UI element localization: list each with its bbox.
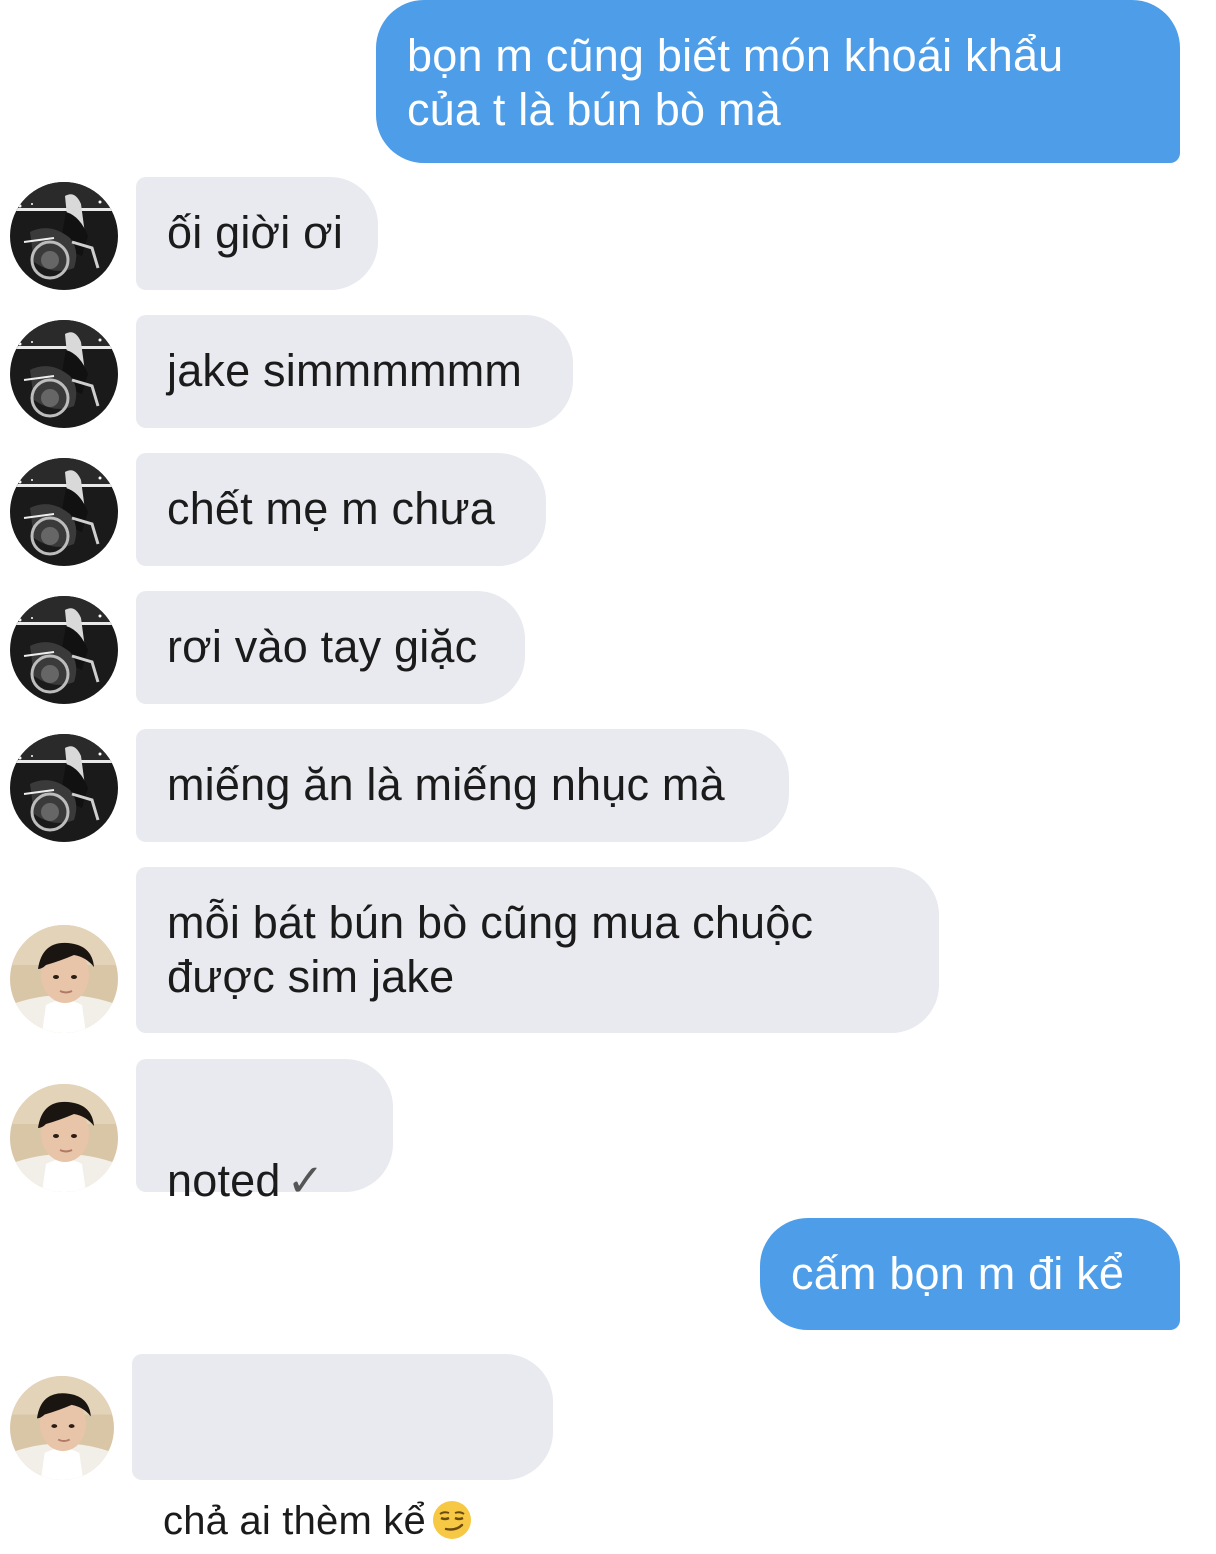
- contact-avatar[interactable]: [10, 734, 118, 842]
- message-text: noted: [167, 1155, 281, 1206]
- message-bubble-outgoing[interactable]: bọn m cũng biết món khoái khẩu của t là …: [376, 0, 1180, 163]
- message-bubble-incoming[interactable]: chết mẹ m chưa: [136, 453, 546, 566]
- checkmark-icon: ✓: [286, 1155, 325, 1206]
- contact-avatar[interactable]: [10, 596, 118, 704]
- contact-avatar[interactable]: [10, 320, 118, 428]
- contact-avatar[interactable]: [10, 182, 118, 290]
- message-bubble-incoming[interactable]: chả ai thèm kể: [132, 1354, 553, 1543]
- contact-avatar[interactable]: [10, 1084, 118, 1192]
- message-bubble-incoming[interactable]: noted ✓: [136, 1059, 393, 1206]
- contact-avatar[interactable]: [10, 458, 118, 566]
- message-bubble-incoming[interactable]: rơi vào tay giặc: [136, 591, 525, 704]
- contact-avatar[interactable]: [10, 1376, 114, 1480]
- message-bubble-incoming[interactable]: ối giời ơi: [136, 177, 378, 290]
- message-bubble-incoming[interactable]: miếng ăn là miếng nhục mà: [136, 729, 789, 842]
- message-text: chả ai thèm kể: [163, 1499, 426, 1543]
- message-bubble-incoming[interactable]: mỗi bát bún bò cũng mua chuộc được sim j…: [136, 867, 939, 1033]
- contact-avatar[interactable]: [10, 925, 118, 1033]
- message-bubble-outgoing[interactable]: cấm bọn m đi kể: [760, 1218, 1180, 1330]
- message-bubble-incoming[interactable]: jake simmmmmm: [136, 315, 573, 428]
- smirking-face-icon: [432, 1446, 472, 1554]
